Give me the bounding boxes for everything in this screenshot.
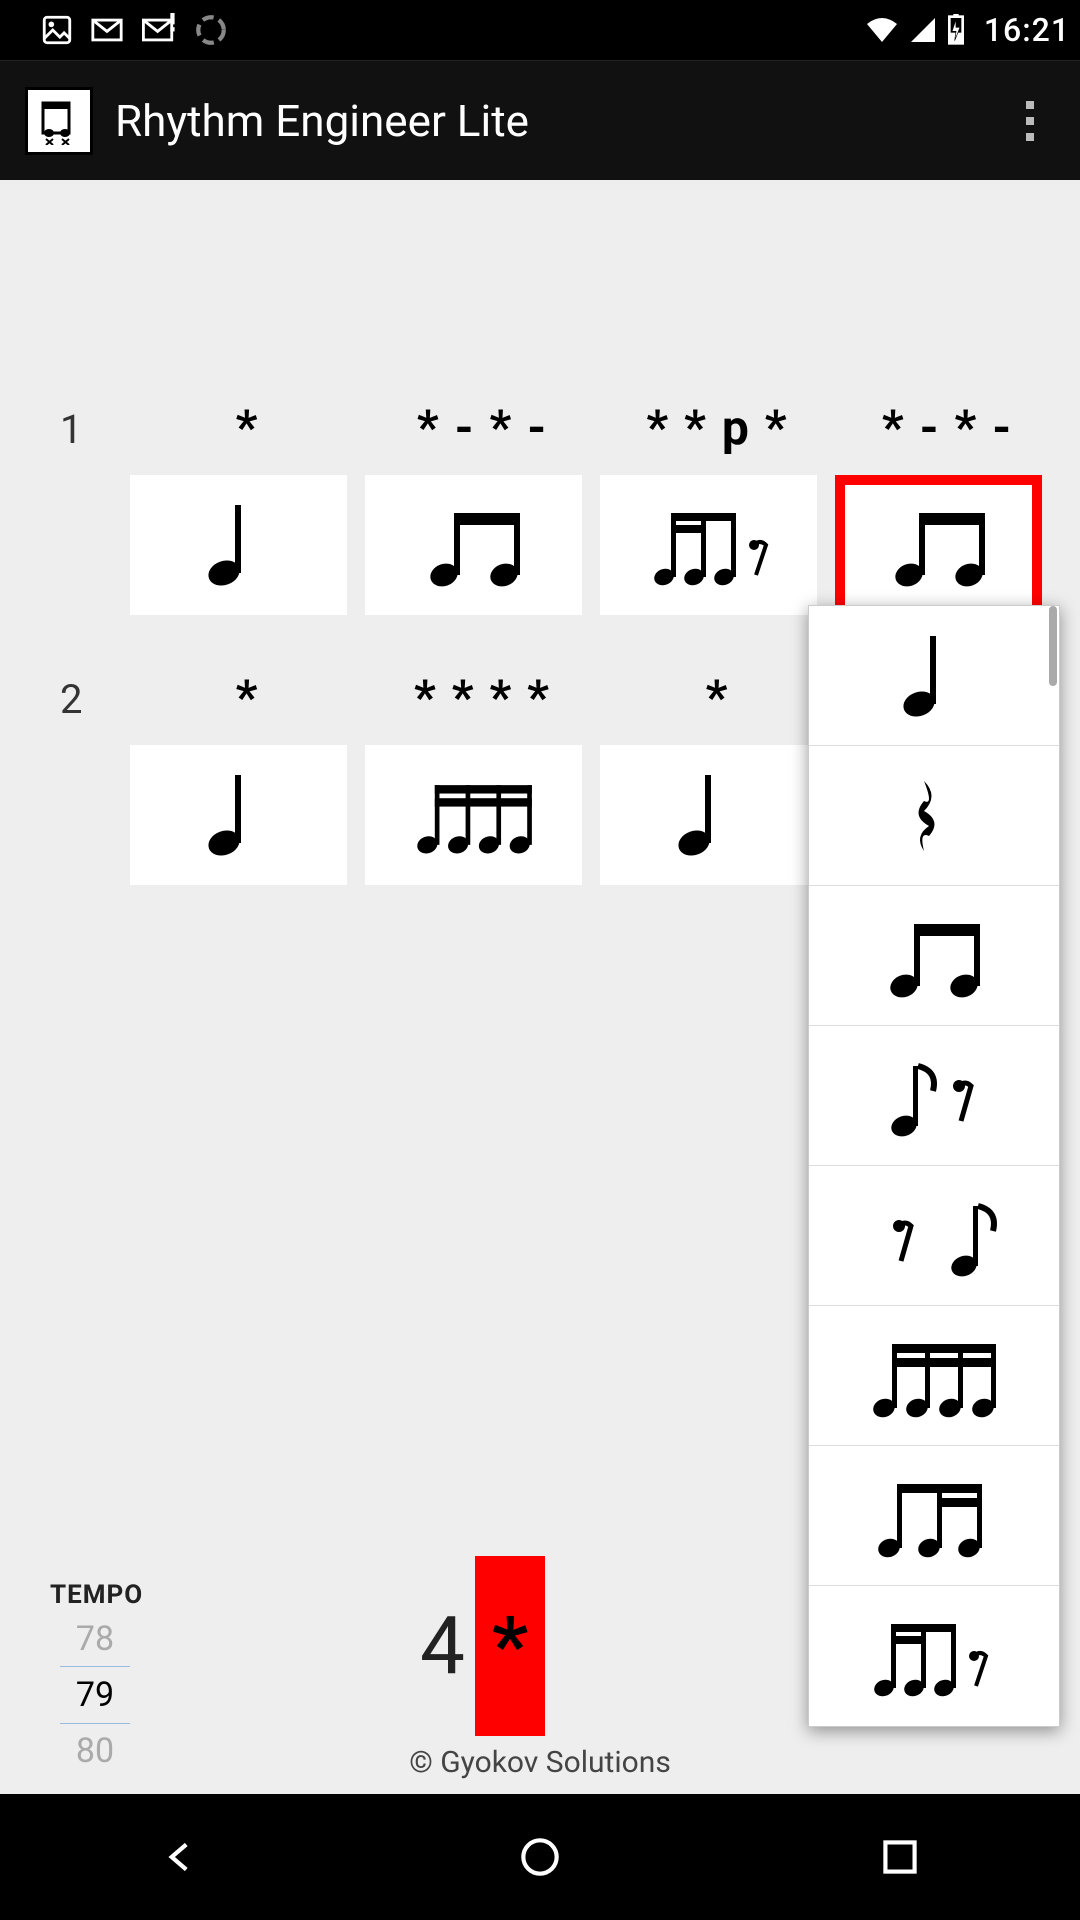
cell-icon — [908, 15, 938, 45]
app-icon — [25, 87, 93, 155]
counter-number: 4 — [420, 1599, 465, 1693]
two-eighths-icon — [365, 475, 582, 615]
tempo-current: 79 — [60, 1666, 130, 1724]
beat-pattern-label: * - * - — [835, 400, 1060, 475]
note-option-four-sixteenths[interactable] — [809, 1306, 1059, 1446]
nav-bar — [0, 1794, 1080, 1920]
row-number: 1 — [60, 406, 82, 453]
overflow-menu-button[interactable] — [1000, 91, 1060, 151]
home-button[interactable] — [515, 1832, 565, 1882]
quarter-note-icon — [130, 745, 347, 885]
beat-cell-1-3[interactable]: * * p * — [600, 400, 835, 645]
beat-pattern-label: * — [600, 670, 835, 745]
note-option-quarter-rest[interactable] — [809, 746, 1059, 886]
beat-pattern-label: * - * - — [365, 400, 600, 475]
note-option-rest-eighth[interactable] — [809, 1166, 1059, 1306]
beat-cell-2-3[interactable]: * — [600, 670, 835, 915]
counter-beat-indicator: * — [475, 1556, 545, 1736]
gmail-alert-icon — [140, 13, 178, 47]
sync-icon — [194, 13, 228, 47]
two-eighths-icon — [835, 475, 1042, 615]
gmail-icon — [90, 13, 124, 47]
action-bar: Rhythm Engineer Lite — [0, 60, 1080, 180]
dropdown-scrollbar[interactable] — [1049, 606, 1057, 686]
tempo-label: TEMPO — [50, 1580, 140, 1610]
quarter-note-icon — [600, 745, 817, 885]
status-bar: 16:21 — [0, 0, 1080, 60]
note-option-eighth-rest[interactable] — [809, 1026, 1059, 1166]
copyright-text: © Gyokov Solutions — [0, 1745, 1080, 1780]
beat-pattern-label: * — [130, 400, 365, 475]
beat-cell-1-1[interactable]: * — [130, 400, 365, 645]
beat-cell-2-2[interactable]: * * * * — [365, 670, 600, 915]
four-sixteenths-icon — [365, 745, 582, 885]
main-content: 1 * * - * - * * p * * - * - — [0, 180, 1080, 1794]
back-button[interactable] — [155, 1832, 205, 1882]
beat-cell-1-2[interactable]: * - * - — [365, 400, 600, 645]
note-option-two-eighths[interactable] — [809, 886, 1059, 1026]
beat-pattern-label: * * p * — [600, 400, 835, 475]
beat-pattern-label: * — [130, 670, 365, 745]
wifi-icon — [864, 15, 900, 45]
app-title: Rhythm Engineer Lite — [115, 95, 529, 147]
beat-pattern-label: * * * * — [365, 670, 600, 745]
recent-apps-button[interactable] — [875, 1832, 925, 1882]
beat-counter[interactable]: 4 * — [420, 1556, 545, 1736]
image-icon — [40, 13, 74, 47]
status-time: 16:21 — [984, 11, 1070, 49]
tempo-prev: 78 — [50, 1616, 140, 1662]
note-option-quarter[interactable] — [809, 606, 1059, 746]
beat-cell-2-1[interactable]: * — [130, 670, 365, 915]
sixteenth-group-rest-icon — [600, 475, 817, 615]
row-number: 2 — [60, 676, 82, 723]
battery-charging-icon — [946, 14, 966, 46]
quarter-note-icon — [130, 475, 347, 615]
